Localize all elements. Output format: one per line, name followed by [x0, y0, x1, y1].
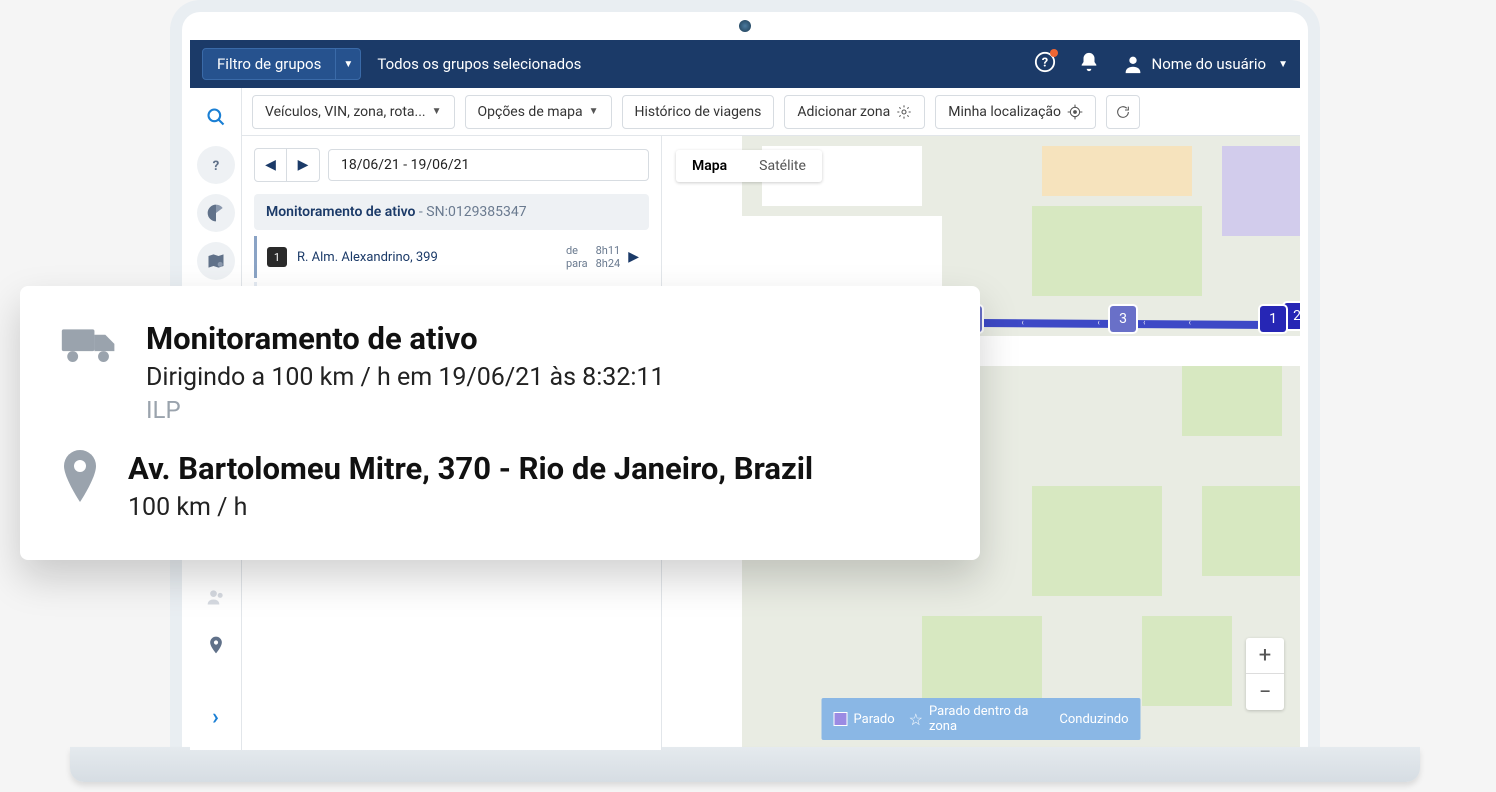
waypoint-2-label: 2 [1293, 308, 1300, 324]
vehicles-label: Veículos, VIN, zona, rota... [265, 104, 426, 120]
help-dot-icon [1050, 49, 1058, 57]
legend-in-zone: ☆ Parado dentro da zona [909, 704, 1040, 734]
map-options-label: Opções de mapa [478, 104, 583, 120]
topbar: Filtro de grupos ▼ Todos os grupos selec… [190, 40, 1300, 88]
map-pin-icon [206, 251, 226, 271]
my-location-label: Minha localização [948, 104, 1061, 120]
map-type-toggle: Mapa Satélite [676, 150, 822, 182]
waypoint-marker[interactable]: 1 [1260, 306, 1286, 332]
date-next-button[interactable]: ▶ [287, 149, 319, 181]
pin-icon [60, 450, 100, 526]
user-menu[interactable]: Nome do usuário ▼ [1122, 53, 1288, 75]
pin-icon [206, 635, 226, 655]
info-popup: Monitoramento de ativo Dirigindo a 100 k… [20, 286, 980, 560]
trip-history-label: Histórico de viagens [635, 104, 762, 120]
rail-globe-button[interactable] [197, 194, 235, 232]
zoom-out-button[interactable]: − [1246, 674, 1284, 710]
refresh-icon [1115, 104, 1131, 120]
refresh-button[interactable] [1106, 95, 1140, 129]
rail-help-button[interactable]: ? [197, 146, 235, 184]
filter-groups-label: Filtro de grupos [203, 48, 336, 80]
play-icon[interactable]: ▶ [628, 249, 639, 265]
filter-groups-button[interactable]: Filtro de grupos ▼ [202, 48, 361, 80]
svg-text:?: ? [1041, 56, 1047, 71]
caret-down-icon: ▼ [589, 106, 599, 117]
add-zone-button[interactable]: Adicionar zona [784, 95, 925, 129]
date-navigation: ◀ ▶ 18/06/21 - 19/06/21 [254, 148, 649, 182]
zoom-control: + − [1246, 638, 1284, 710]
camera-dot [739, 20, 751, 32]
trip-times: depara8h118h24 [566, 244, 620, 270]
date-range-field[interactable]: 18/06/21 - 19/06/21 [328, 149, 649, 181]
map-options-dropdown[interactable]: Opções de mapa ▼ [465, 95, 612, 129]
svg-text:?: ? [212, 159, 219, 174]
popup-driving-status: Dirigindo a 100 km / h em 19/06/21 às 8:… [146, 363, 940, 392]
rail-expand-button[interactable]: › [212, 705, 219, 730]
map-type-satellite[interactable]: Satélite [743, 150, 822, 182]
trip-address: R. Alm. Alexandrino, 399 [297, 250, 566, 265]
toolbar: Veículos, VIN, zona, rota... ▼ Opções de… [190, 88, 1300, 136]
user-icon [1122, 53, 1144, 75]
gear-plus-icon [896, 104, 912, 120]
square-icon [834, 712, 848, 726]
question-icon: ? [206, 155, 226, 175]
caret-down-icon: ▼ [432, 106, 442, 117]
waypoint-1-label: 1 [1269, 311, 1277, 327]
popup-tag: ILP [146, 396, 940, 424]
popup-asset-title: Monitoramento de ativo [146, 320, 940, 357]
waypoint-3-label: 3 [1119, 311, 1127, 327]
popup-speed: 100 km / h [128, 493, 940, 522]
trip-row[interactable]: 1 R. Alm. Alexandrino, 399depara8h118h24 ▶ [254, 236, 649, 278]
help-button[interactable]: ? [1034, 51, 1056, 77]
vehicles-dropdown[interactable]: Veículos, VIN, zona, rota... ▼ [252, 95, 455, 129]
bell-icon [1078, 51, 1100, 73]
my-location-button[interactable]: Minha localização [935, 95, 1096, 129]
laptop-base [70, 747, 1420, 782]
asset-sn: - SN:0129385347 [415, 204, 526, 220]
asset-header[interactable]: Monitoramento de ativo - SN:0129385347 [254, 194, 649, 230]
chevron-right-icon: › [212, 705, 219, 730]
notifications-button[interactable] [1078, 51, 1100, 77]
rail-users-button[interactable] [197, 578, 235, 616]
caret-down-icon: ▼ [1278, 59, 1288, 70]
user-label: Nome do usuário [1152, 55, 1267, 73]
search-icon [206, 107, 226, 127]
rail-map-button[interactable] [197, 242, 235, 280]
legend-driving-label: Conduzindo [1059, 712, 1128, 727]
target-icon [1067, 104, 1083, 120]
zoom-in-button[interactable]: + [1246, 638, 1284, 674]
legend-stopped-label: Parado [854, 712, 895, 727]
star-icon: ☆ [909, 710, 923, 729]
map-legend: Parado ☆ Parado dentro da zona Conduzind… [822, 698, 1141, 740]
waypoint-marker[interactable]: 3 [1110, 306, 1136, 332]
add-zone-label: Adicionar zona [797, 104, 890, 120]
trip-history-button[interactable]: Histórico de viagens [622, 95, 775, 129]
date-range-value: 18/06/21 - 19/06/21 [341, 157, 469, 173]
chart-icon [206, 203, 226, 223]
legend-stopped: Parado [834, 704, 895, 734]
asset-label: Monitoramento de ativo [266, 204, 415, 220]
popup-address: Av. Bartolomeu Mitre, 370 - Rio de Janei… [128, 450, 940, 487]
map-type-map[interactable]: Mapa [676, 150, 743, 182]
trip-number: 1 [267, 247, 287, 267]
users-icon [206, 587, 226, 607]
rail-pin-button[interactable] [197, 626, 235, 664]
caret-down-icon: ▼ [336, 59, 360, 70]
legend-in-zone-label: Parado dentro da zona [929, 704, 1039, 734]
date-prev-button[interactable]: ◀ [255, 149, 287, 181]
rail-search-button[interactable] [197, 98, 235, 136]
legend-driving: Conduzindo [1053, 704, 1128, 734]
truck-icon [60, 320, 118, 424]
waypoint-marker[interactable]: 2 [1284, 303, 1300, 329]
groups-selected-text: Todos os grupos selecionados [377, 55, 581, 73]
